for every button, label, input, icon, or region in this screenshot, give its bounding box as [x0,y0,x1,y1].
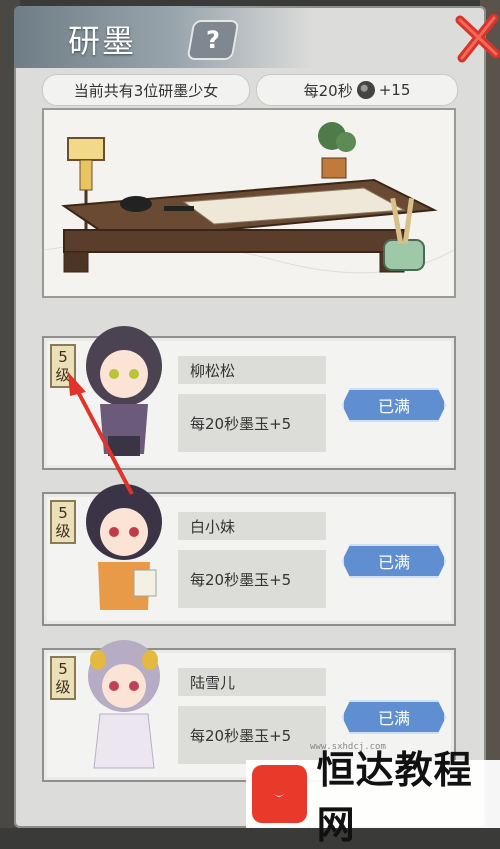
level-unit: 级 [55,366,71,384]
level-number: 5 [58,504,68,522]
ink-rate-prefix: 每20秒 [303,81,353,100]
watermark-logo-icon [252,765,307,823]
girl-name: 白小妹 [178,512,326,540]
help-button[interactable]: ? [186,20,240,60]
girl-rate: 每20秒墨玉+5 [178,394,326,452]
girl-portrait [88,640,160,769]
maxed-button[interactable]: 已满 [342,700,446,734]
ink-rate-suffix: +15 [378,81,411,99]
level-badge: 5 级 [50,344,76,388]
girl-name: 柳松松 [178,356,326,384]
level-badge: 5 级 [50,656,76,700]
ink-jade-icon [356,81,375,99]
title-band [14,6,314,68]
girl-count-pill: 当前共有3位研墨少女 [42,74,250,106]
maxed-button[interactable]: 已满 [342,544,446,578]
close-icon[interactable] [452,14,500,64]
watermark-brand: 恒达教程网 [316,748,473,847]
girl-card: 5 级 柳松松 每20秒墨玉+5 已满 [42,326,456,470]
girl-card: 5 级 白小妹 每20秒墨玉+5 已满 [42,484,456,626]
watermark: 恒达教程网 [246,748,500,847]
ink-panel: 研墨 ? 当前共有3位研墨少女 每20秒 +15 5 级 柳松松 每20秒墨玉+… [14,6,500,828]
level-number: 5 [58,660,68,678]
girl-rate: 每20秒墨玉+5 [178,706,326,764]
maxed-button[interactable]: 已满 [342,388,446,422]
desk-illustration [44,110,454,296]
level-unit: 级 [55,678,71,696]
question-icon: ? [206,26,220,54]
level-badge: 5 级 [50,500,76,544]
ink-rate-pill: 每20秒 +15 [256,74,458,106]
level-number: 5 [58,348,68,366]
girl-portrait [86,484,162,610]
girl-count-text: 当前共有3位研墨少女 [73,81,219,100]
girl-rate: 每20秒墨玉+5 [178,550,326,608]
level-unit: 级 [55,522,71,540]
page-title: 研墨 [68,22,137,60]
girl-portrait [86,326,162,456]
study-scene-illustration [42,108,456,298]
girl-name: 陆雪儿 [178,668,326,696]
